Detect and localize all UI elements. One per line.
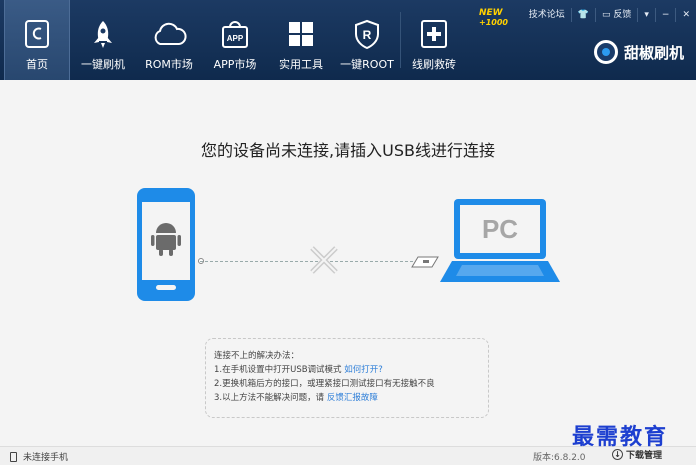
new-badge-text: NEW — [479, 8, 503, 18]
usb-connector-icon — [410, 255, 440, 272]
rescue-icon — [416, 16, 452, 52]
app-bag-icon: APP — [217, 16, 253, 52]
new-badge-count: +1000 — [479, 18, 508, 27]
forum-link[interactable]: 技术论坛 — [523, 8, 571, 22]
menu-button[interactable]: ▾ — [637, 8, 655, 22]
nav-one-click-flash-label: 一键刷机 — [81, 58, 125, 71]
help-title: 连接不上的解决办法： — [214, 351, 300, 361]
help-box: 连接不上的解决办法： 1.在手机设置中打开USB调试模式 如何打开? 2.更换机… — [205, 338, 489, 418]
device-status-text: 未连接手机 — [23, 453, 69, 463]
home-c-icon — [19, 16, 55, 52]
nav-rom-market[interactable]: ROM市场 — [136, 0, 202, 80]
version-text: 版本:6.8.2.0 — [533, 453, 586, 463]
help-line-3-text: 3.以上方法不能解决问题，请 — [214, 393, 325, 403]
nav-one-click-root[interactable]: R 一键ROOT — [334, 0, 400, 80]
nav-tools[interactable]: 实用工具 — [268, 0, 334, 80]
svg-text:APP: APP — [227, 34, 244, 43]
top-navigation-bar: 首页 一键刷机 ROM市场 APP APP市场 实用工具 R 一键ROOT 线刷… — [0, 0, 696, 80]
connect-headline: 您的设备尚未连接,请插入USB线进行连接 — [201, 141, 495, 160]
phone-illustration — [137, 188, 197, 305]
nav-home[interactable]: 首页 — [4, 0, 70, 80]
device-status: 未连接手机 — [10, 450, 68, 463]
pc-illustration: PC — [440, 198, 562, 291]
nav-app-market-label: APP市场 — [213, 58, 257, 71]
help-line-3: 3.以上方法不能解决问题，请 反馈汇报故障 — [214, 391, 488, 405]
help-line-2: 2.更换机箱后方的接口，或理紧接口测试接口有无接触不良 — [214, 379, 435, 389]
nav-rescue[interactable]: 线刷救砖 — [401, 0, 467, 80]
new-badge: NEW +1000 — [479, 8, 508, 28]
nav-one-click-flash[interactable]: 一键刷机 — [70, 0, 136, 80]
window-controls: 技术论坛 👕 ▭ 反馈 ▾ − ✕ — [523, 6, 696, 24]
how-to-enable-link[interactable]: 如何打开? — [344, 365, 383, 375]
nav-rescue-label: 线刷救砖 — [412, 58, 456, 71]
nav-home-label: 首页 — [26, 58, 48, 71]
feedback-label: 反馈 — [613, 10, 632, 20]
nav-one-click-root-label: 一键ROOT — [340, 58, 394, 71]
watermark-text: 最需教育 — [572, 424, 669, 450]
nav-rom-market-label: ROM市场 — [145, 58, 193, 71]
cloud-icon — [151, 16, 187, 52]
brand-logo-icon — [593, 40, 618, 64]
root-shield-icon: R — [349, 16, 385, 52]
grid-icon — [283, 16, 319, 52]
svg-text:R: R — [363, 28, 372, 42]
rocket-icon — [85, 16, 121, 52]
help-line-1: 1.在手机设置中打开USB调试模式 如何打开? — [214, 363, 488, 377]
shirt-icon[interactable]: 👕 — [570, 8, 595, 22]
pc-label: PC — [482, 214, 518, 244]
feedback-report-link[interactable]: 反馈汇报故障 — [327, 393, 378, 403]
main-content: 您的设备尚未连接,请插入USB线进行连接 PC 连接不上的解决办法： 1.在手机… — [0, 80, 696, 446]
brand-name: 甜椒刷机 — [623, 43, 684, 62]
minimize-button[interactable]: − — [654, 8, 676, 22]
help-line-1-text: 1.在手机设置中打开USB调试模式 — [214, 365, 342, 375]
close-button[interactable]: ✕ — [675, 8, 696, 22]
nav-app-market[interactable]: APP APP市场 — [202, 0, 268, 80]
brand: 甜椒刷机 — [593, 40, 684, 64]
phone-status-icon — [10, 451, 17, 462]
main-nav: 首页 一键刷机 ROM市场 APP APP市场 实用工具 R 一键ROOT 线刷… — [4, 0, 467, 80]
disconnected-x-icon — [309, 245, 339, 278]
nav-tools-label: 实用工具 — [279, 58, 323, 71]
feedback-button[interactable]: ▭ 反馈 — [594, 8, 637, 22]
